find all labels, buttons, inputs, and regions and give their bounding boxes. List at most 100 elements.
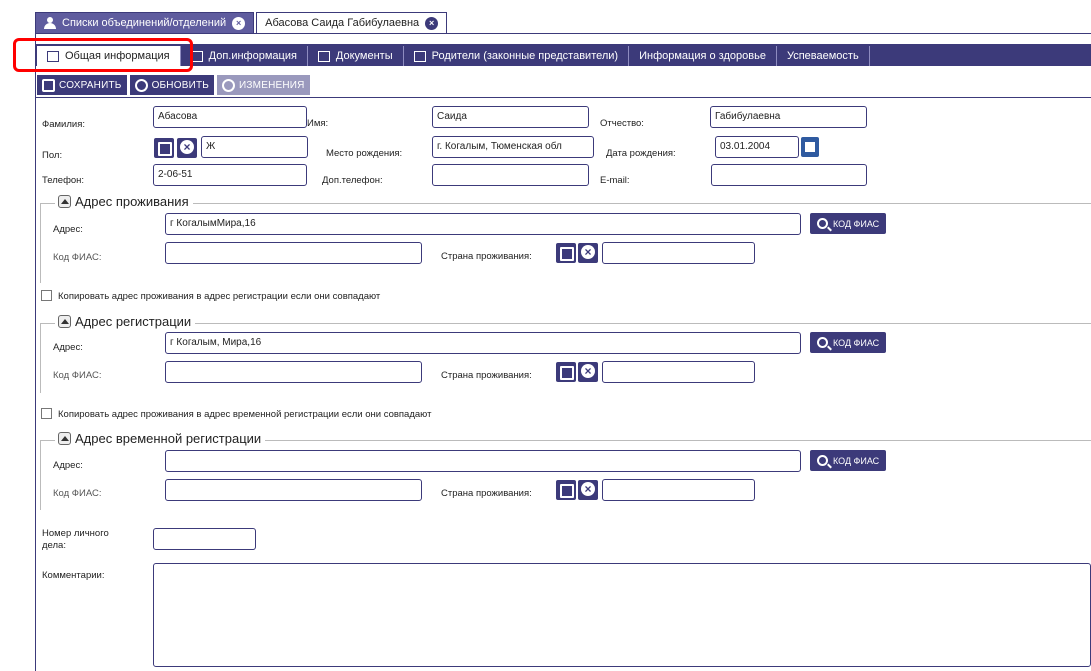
edit-country-button[interactable]: [556, 480, 576, 500]
gender-field[interactable]: Ж: [201, 136, 308, 158]
tab-health[interactable]: Информация о здоровье: [629, 46, 777, 66]
name-field[interactable]: Саида: [432, 106, 589, 128]
tab-label: Списки объединений/отделений: [62, 17, 227, 29]
copy-registration-checkbox[interactable]: [41, 290, 52, 301]
tab-label: Доп.информация: [208, 50, 297, 62]
close-icon[interactable]: ×: [425, 16, 439, 30]
clear-country-button[interactable]: [578, 243, 598, 263]
phone-label: Телефон:: [42, 175, 85, 186]
phone-field[interactable]: 2-06-51: [153, 164, 307, 186]
save-label: СОХРАНИТЬ: [59, 79, 122, 91]
residence-legend: Адрес проживания: [55, 194, 193, 209]
fias-button[interactable]: КОД ФИАС: [810, 450, 887, 471]
residence-address-field[interactable]: г КогалымМира,16: [165, 213, 801, 235]
temp-fias-field[interactable]: [165, 479, 422, 501]
sub-tabs: Общая информация Доп.информация Документ…: [35, 44, 1091, 66]
registration-legend: Адрес регистрации: [55, 314, 196, 329]
refresh-button[interactable]: ОБНОВИТЬ: [129, 75, 215, 95]
residence-country-field[interactable]: [602, 242, 755, 264]
temp-address-field[interactable]: [165, 450, 801, 472]
tab-label: Успеваемость: [786, 50, 859, 62]
clear-gender-button[interactable]: [177, 138, 197, 158]
email-field[interactable]: [711, 164, 867, 186]
comments-label: Комментарии:: [42, 570, 105, 581]
tab-progress[interactable]: Успеваемость: [777, 46, 870, 66]
tab-label: Документы: [335, 50, 393, 62]
birthdate-field[interactable]: 03.01.2004: [715, 136, 799, 158]
case-number-label-1: Номер личного: [42, 528, 109, 539]
name-label: Имя:: [307, 118, 329, 129]
fias-button[interactable]: КОД ФИАС: [810, 213, 887, 234]
copy-registration-label: Копировать адрес проживания в адрес реги…: [58, 291, 381, 302]
legend-label: Адрес проживания: [75, 194, 189, 209]
id-card-icon: [317, 50, 330, 62]
phone2-label: Доп.телефон:: [322, 175, 383, 186]
temp-registration-legend: Адрес временной регистрации: [55, 431, 266, 446]
edit-country-button[interactable]: [556, 243, 576, 263]
fias-label: Код ФИАС:: [53, 252, 102, 263]
toolbar: СОХРАНИТЬ ОБНОВИТЬ ИЗМЕНЕНИЯ: [37, 75, 310, 95]
legend-label: Адрес временной регистрации: [75, 431, 262, 446]
registration-address-field[interactable]: г Когалым, Мира,16: [165, 332, 801, 354]
search-icon: [817, 455, 828, 466]
registration-fias-field[interactable]: [165, 361, 422, 383]
collapse-icon[interactable]: [58, 195, 71, 208]
patronymic-label: Отчество:: [600, 118, 644, 129]
tab-student[interactable]: Абасова Саида Габибулаевна ×: [256, 12, 448, 33]
users-icon: [413, 50, 426, 62]
address-label: Адрес:: [53, 342, 83, 353]
changes-button[interactable]: ИЗМЕНЕНИЯ: [217, 75, 310, 95]
close-icon[interactable]: ×: [232, 16, 246, 30]
tab-documents[interactable]: Документы: [308, 46, 404, 66]
student-form: Фамилия: Абасова Имя: Саида Отчество: Га…: [36, 97, 1091, 671]
copy-temp-registration-label: Копировать адрес проживания в адрес врем…: [58, 409, 432, 420]
edit-gender-button[interactable]: [154, 138, 174, 158]
tab-parents[interactable]: Родители (законные представители): [404, 46, 630, 66]
save-icon: [42, 78, 55, 92]
edit-country-button[interactable]: [556, 362, 576, 382]
tab-label: Родители (законные представители): [431, 50, 619, 62]
gender-label: Пол:: [42, 150, 63, 161]
email-label: E-mail:: [600, 175, 630, 186]
highlight-box: [13, 38, 193, 72]
changes-label: ИЗМЕНЕНИЯ: [239, 79, 305, 91]
search-icon: [817, 218, 828, 229]
registration-country-field[interactable]: [602, 361, 755, 383]
phone2-field[interactable]: [432, 164, 589, 186]
birthdate-label: Дата рождения:: [606, 148, 676, 159]
refresh-icon: [134, 78, 148, 92]
refresh-label: ОБНОВИТЬ: [151, 79, 210, 91]
legend-label: Адрес регистрации: [75, 314, 192, 329]
birthplace-field[interactable]: г. Когалым, Тюменская обл: [432, 136, 594, 158]
tab-unions-list[interactable]: Списки объединений/отделений ×: [35, 12, 255, 33]
country-label: Страна проживания:: [441, 251, 532, 262]
surname-field[interactable]: Абасова: [153, 106, 307, 128]
calendar-icon[interactable]: [801, 137, 819, 157]
residence-fias-field[interactable]: [165, 242, 422, 264]
tab-label: Информация о здоровье: [639, 50, 766, 62]
tab-label: Абасова Саида Габибулаевна: [265, 17, 420, 29]
case-number-field[interactable]: [153, 528, 256, 550]
user-icon: [44, 17, 56, 29]
copy-temp-registration-checkbox[interactable]: [41, 408, 52, 419]
comments-field[interactable]: [153, 563, 1091, 667]
patronymic-field[interactable]: Габибулаевна: [710, 106, 867, 128]
country-label: Страна проживания:: [441, 488, 532, 499]
top-tabs: Списки объединений/отделений × Абасова С…: [35, 12, 449, 33]
case-number-label-2: дела:: [42, 540, 66, 551]
fias-label: Код ФИАС:: [53, 488, 102, 499]
clear-country-button[interactable]: [578, 480, 598, 500]
collapse-icon[interactable]: [58, 315, 71, 328]
temp-country-field[interactable]: [602, 479, 755, 501]
address-label: Адрес:: [53, 224, 83, 235]
check-icon: [222, 78, 236, 92]
collapse-icon[interactable]: [58, 432, 71, 445]
tab-additional-info[interactable]: Доп.информация: [181, 46, 308, 66]
address-label: Адрес:: [53, 460, 83, 471]
clear-country-button[interactable]: [578, 362, 598, 382]
fias-label: КОД ФИАС: [833, 455, 880, 466]
search-icon: [817, 337, 828, 348]
birthplace-label: Место рождения:: [326, 148, 403, 159]
fias-button[interactable]: КОД ФИАС: [810, 332, 887, 353]
save-button[interactable]: СОХРАНИТЬ: [37, 75, 127, 95]
